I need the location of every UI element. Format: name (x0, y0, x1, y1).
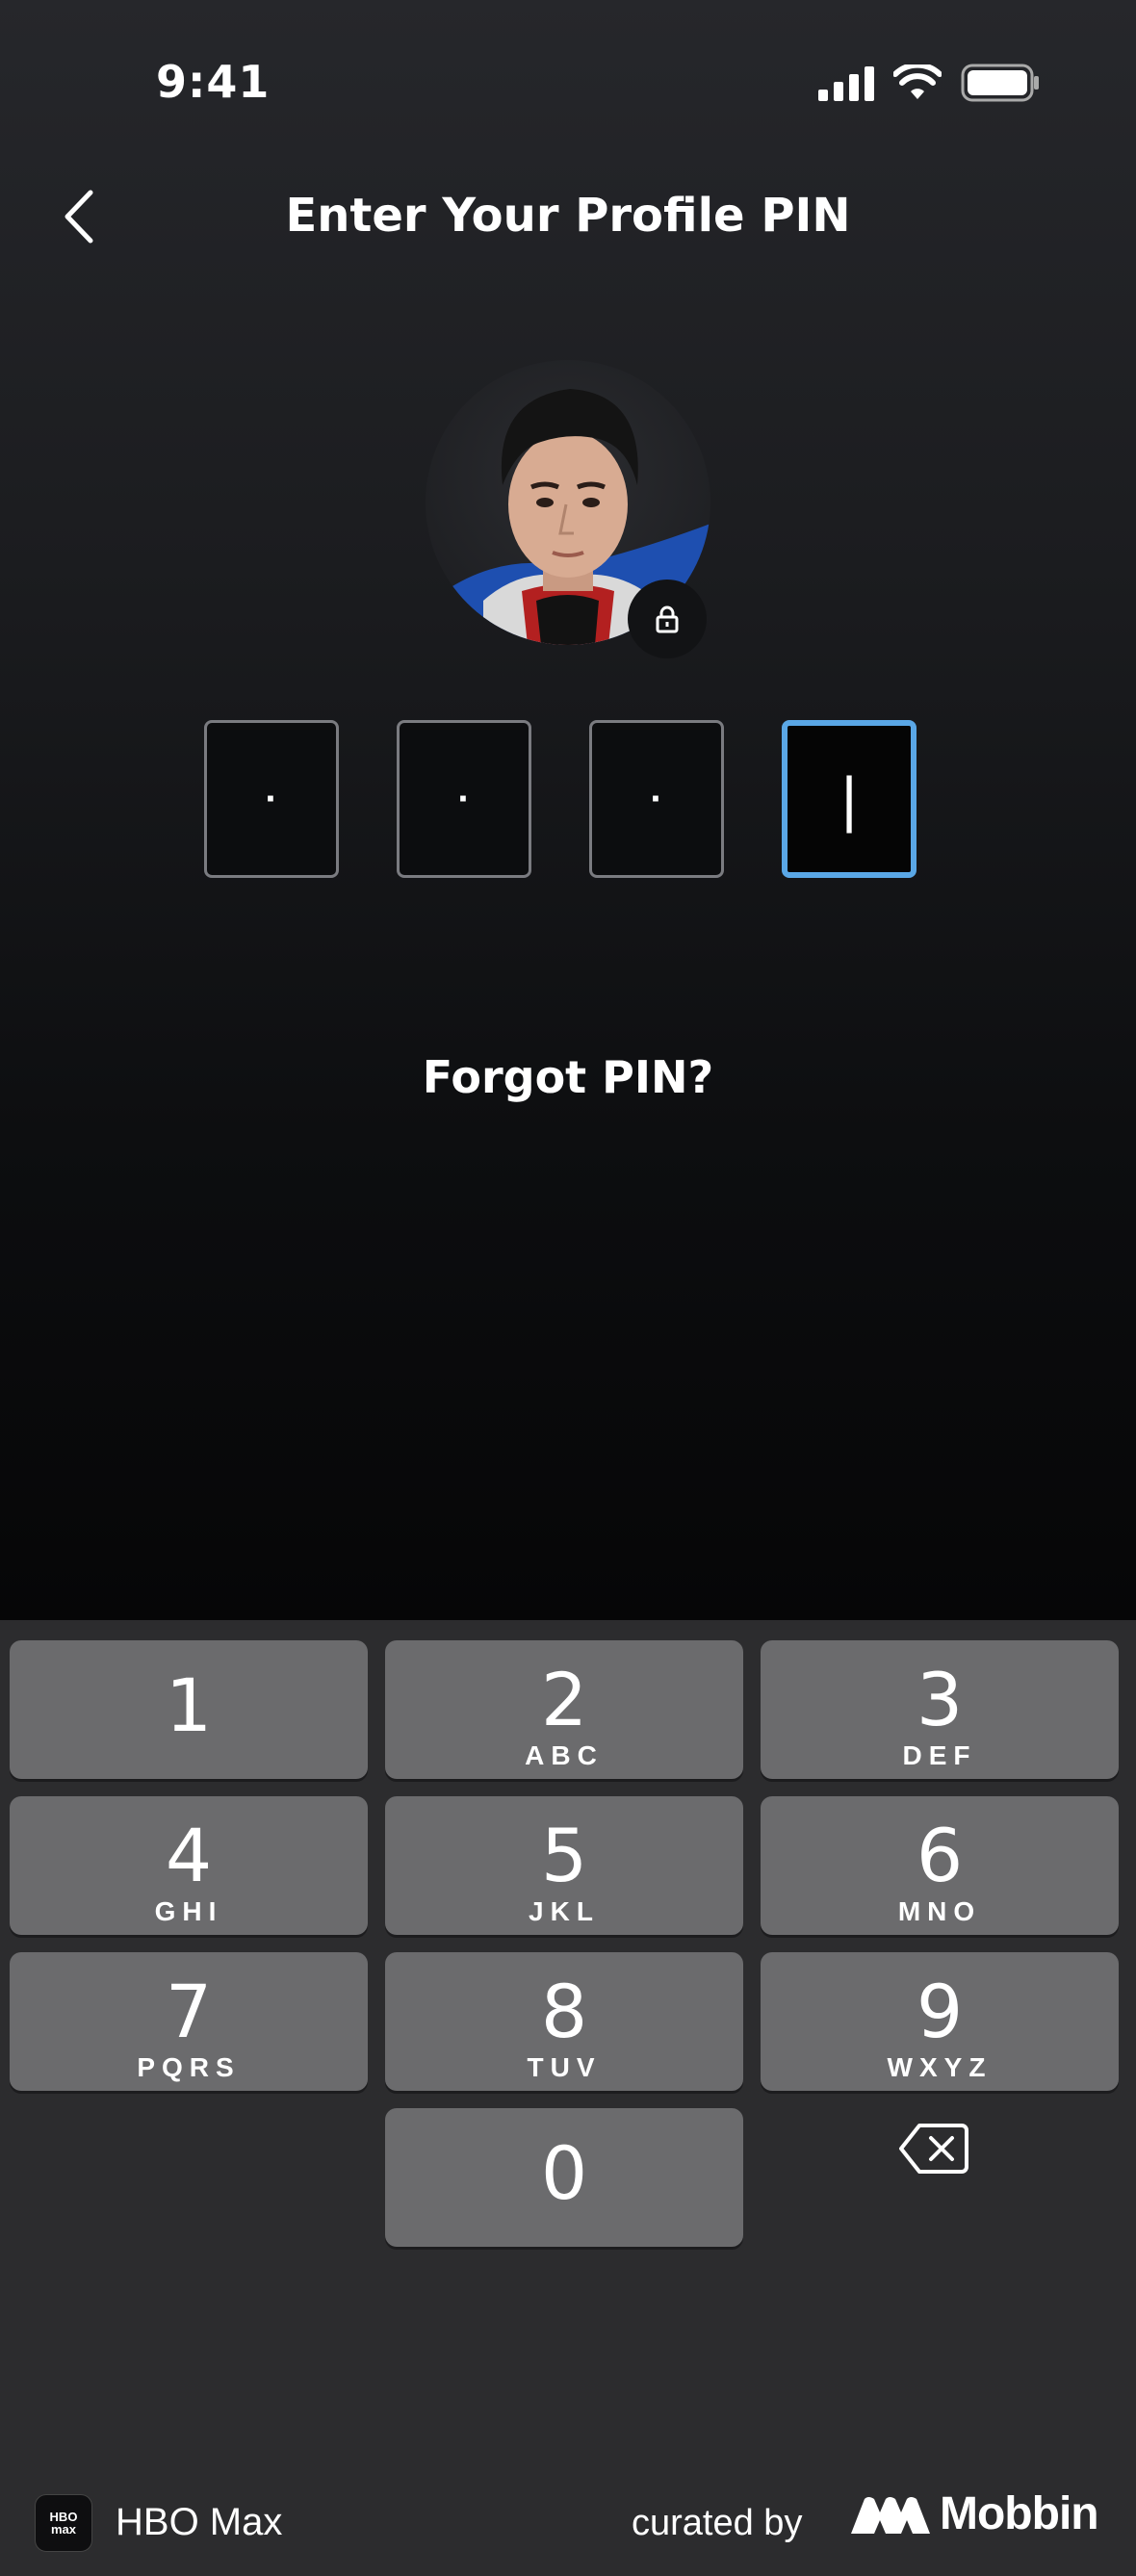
key-number: 8 (540, 1969, 588, 2054)
page-title: Enter Your Profile PIN (285, 189, 851, 243)
key-number: 2 (540, 1657, 588, 1742)
mobbin-wordmark: Mobbin (940, 2488, 1099, 2539)
key-8[interactable]: 8 TUV (385, 1952, 743, 2091)
key-4[interactable]: 4 GHI (10, 1796, 368, 1935)
status-time: 9:41 (156, 56, 271, 108)
key-6[interactable]: 6 MNO (761, 1796, 1119, 1935)
key-5[interactable]: 5 JKL (385, 1796, 743, 1935)
mobbin-logo-icon (851, 2496, 930, 2534)
key-1[interactable]: 1 (10, 1640, 368, 1779)
key-letters: JKL (529, 1896, 600, 1926)
cellular-signal-icon (818, 64, 874, 101)
pin-digit-1[interactable]: · (204, 720, 339, 878)
key-letters: TUV (527, 2052, 602, 2082)
battery-icon (961, 64, 1039, 102)
key-letters: WXYZ (887, 2052, 993, 2082)
key-0[interactable]: 0 (385, 2108, 743, 2247)
key-letters: PQRS (137, 2052, 241, 2082)
key-letters: ABC (525, 1740, 604, 1770)
key-number: 3 (916, 1657, 964, 1742)
key-number: 0 (540, 2130, 588, 2216)
hbo-max-logo: HBO max (35, 2494, 92, 2552)
mobbin-brand: Mobbin (851, 2487, 1099, 2540)
key-letters: DEF (902, 1740, 977, 1770)
key-number: 1 (165, 1662, 213, 1748)
app-name: HBO Max (116, 2501, 283, 2543)
backspace-button[interactable] (886, 2110, 982, 2187)
pin-input-row: · · · | (204, 720, 917, 878)
key-number: 7 (165, 1969, 213, 2054)
key-9[interactable]: 9 WXYZ (761, 1952, 1119, 2091)
key-7[interactable]: 7 PQRS (10, 1952, 368, 2091)
key-number: 4 (165, 1813, 213, 1898)
pin-digit-3[interactable]: · (589, 720, 724, 878)
app-logo-text: HBO max (49, 2510, 78, 2537)
key-3[interactable]: 3 DEF (761, 1640, 1119, 1779)
lock-badge (628, 580, 707, 658)
pin-digit-4[interactable]: | (782, 720, 917, 878)
key-2[interactable]: 2 ABC (385, 1640, 743, 1779)
status-icons (818, 64, 1040, 102)
pin-digit-2[interactable]: · (397, 720, 531, 878)
key-letters: GHI (154, 1896, 223, 1926)
lock-icon (656, 605, 679, 633)
key-letters: MNO (897, 1896, 982, 1926)
key-number: 5 (540, 1813, 588, 1898)
backspace-icon (899, 2124, 968, 2174)
wifi-icon (893, 64, 942, 99)
key-number: 9 (916, 1969, 964, 2054)
forgot-pin-link[interactable]: Forgot PIN? (0, 1051, 1136, 1103)
key-number: 6 (916, 1813, 964, 1898)
curated-by-label: curated by (632, 2503, 803, 2543)
